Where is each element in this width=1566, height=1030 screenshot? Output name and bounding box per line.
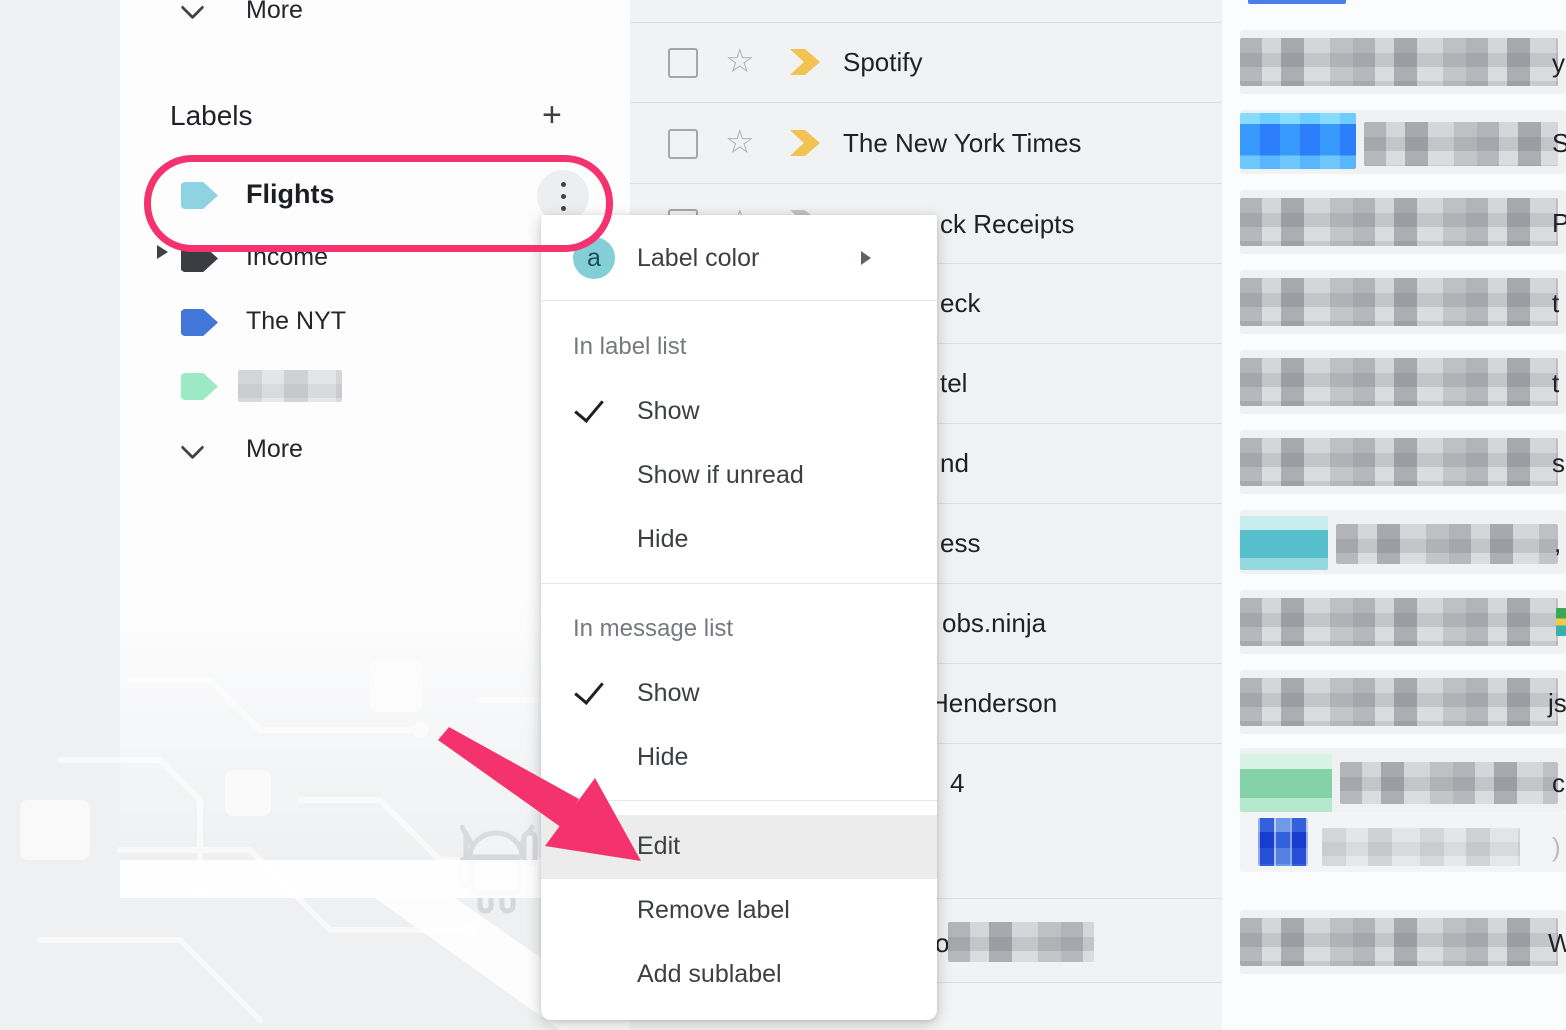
chevron-down-icon (180, 435, 204, 459)
label-context-menu: a Label color In label list Show Show if… (541, 215, 937, 1020)
annotation-circle (144, 155, 613, 252)
add-label-button[interactable]: + (542, 98, 562, 132)
cropped-subject-text: t (1552, 288, 1559, 319)
menu-section-header: In label list (573, 333, 686, 361)
cropped-subject-text: c (1552, 768, 1565, 799)
menu-item-show-if-unread[interactable]: Show if unread (541, 444, 937, 508)
sender-label: tel (940, 368, 967, 399)
menu-item-label: Add sublabel (637, 960, 782, 989)
labels-header: Labels (170, 100, 253, 132)
redacted-subject-block (1240, 438, 1558, 486)
redacted-subject-block (1240, 678, 1558, 726)
cropped-subject-text: P (1552, 208, 1566, 239)
sidebar-item-label: More (246, 0, 303, 25)
menu-item-label: Show if unread (637, 461, 804, 490)
sender-label: nd (940, 448, 969, 479)
menu-item-label: Label color (637, 244, 759, 273)
redacted-subject-block (1240, 598, 1558, 646)
email-row[interactable]: ☆ The New York Times (630, 102, 1222, 183)
redacted-subject-block (1240, 358, 1558, 406)
sidebar-item-label: The NYT (246, 307, 346, 336)
redacted-subject-block (1322, 828, 1520, 866)
expand-caret-icon[interactable] (157, 245, 168, 259)
importance-marker-icon[interactable] (790, 49, 820, 75)
menu-section-header: In message list (573, 615, 733, 643)
swatch-letter: a (587, 244, 601, 273)
cropped-subject-text: S (1552, 128, 1566, 159)
star-icon[interactable]: ☆ (725, 44, 755, 77)
cropped-subject-text: , (1554, 528, 1561, 559)
label-tag-icon (181, 309, 218, 336)
sidebar-item-the-nyt[interactable]: The NYT (120, 296, 600, 348)
sender-label: The New York Times (843, 128, 1081, 159)
cropped-subject-text: W (1548, 928, 1566, 959)
redacted-label-block (238, 370, 342, 402)
star-icon[interactable]: ☆ (725, 125, 755, 158)
sender-label: Henderson (930, 688, 1057, 719)
menu-item-label: Show (637, 679, 700, 708)
email-checkbox[interactable] (668, 129, 698, 159)
email-checkbox[interactable] (668, 48, 698, 78)
sender-label: eck (940, 288, 980, 319)
redacted-subject-green-block (1240, 754, 1332, 812)
list-gap-column (1222, 0, 1240, 982)
sender-label: ck Receipts (940, 209, 1074, 240)
cropped-subject-text: s (1552, 448, 1565, 479)
sender-label: obs.ninja (942, 608, 1046, 639)
menu-item-label: Hide (637, 525, 688, 554)
redacted-subject-blue-block (1240, 113, 1356, 169)
sidebar-item-label: More (246, 435, 303, 464)
menu-item-label: Show (637, 397, 700, 426)
checkmark-icon (574, 392, 604, 423)
redacted-sender-block (948, 922, 1094, 962)
annotation-arrow (420, 710, 660, 880)
sender-label: 4 (950, 768, 964, 799)
redacted-subject-block (1240, 278, 1558, 326)
redacted-subject-block (1240, 198, 1558, 246)
menu-item-hide-label-list[interactable]: Hide (541, 508, 937, 572)
sidebar-item-more-bottom[interactable]: More (120, 430, 600, 474)
submenu-arrow-icon (861, 251, 871, 265)
chevron-down-icon (180, 0, 204, 20)
sidebar-item-more-top[interactable]: More (120, 0, 600, 34)
screenshot-canvas: ☆ Spotify ☆ The New York Times ☆ ck Rece… (0, 0, 1566, 1030)
menu-item-label: Remove label (637, 896, 790, 925)
cropped-subject-text: js (1548, 688, 1566, 719)
redacted-subject-block (1364, 122, 1558, 166)
email-row[interactable]: ☆ Spotify (630, 22, 1222, 102)
redacted-subject-block (1340, 762, 1558, 804)
menu-item-add-sublabel[interactable]: Add sublabel (541, 943, 937, 1007)
cropped-subject-text: y (1552, 48, 1565, 79)
redacted-subject-block (1240, 918, 1558, 966)
sender-label: ess (940, 528, 980, 559)
redacted-subject-block (1336, 524, 1558, 564)
redacted-subject-icon-block (1258, 818, 1308, 866)
cropped-subject-text: t (1552, 368, 1559, 399)
importance-marker-icon[interactable] (790, 130, 820, 156)
checkmark-icon (574, 674, 604, 705)
redacted-subject-block (1240, 38, 1558, 86)
cropped-subject-text: ) (1552, 832, 1561, 863)
menu-item-show-label-list[interactable]: Show (541, 380, 937, 444)
menu-item-remove-label[interactable]: Remove label (541, 879, 937, 943)
label-tag-icon (181, 373, 218, 400)
cropped-favicon-icon (1556, 608, 1566, 636)
cropped-blue-button (1248, 0, 1346, 4)
sender-label: Spotify (843, 47, 923, 78)
sidebar-item-redacted[interactable] (120, 360, 600, 412)
redacted-subject-teal-block (1240, 516, 1328, 570)
